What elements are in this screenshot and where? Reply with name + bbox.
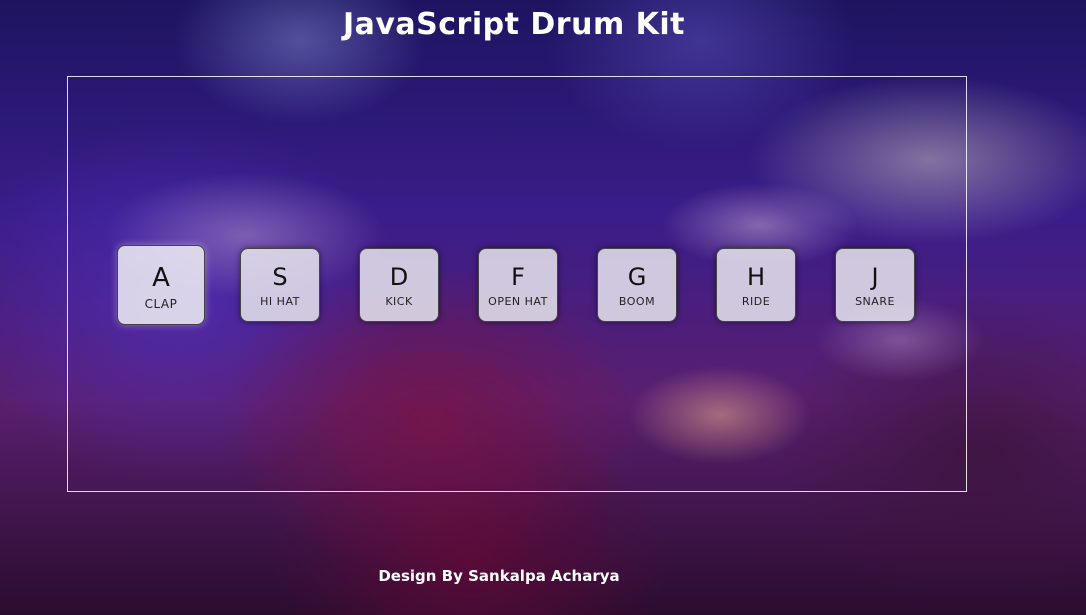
key-letter: D <box>389 263 409 291</box>
key-sound-label: BOOM <box>618 295 656 308</box>
footer-credit: Design By Sankalpa Acharya <box>378 567 620 585</box>
key-letter: H <box>746 263 766 291</box>
key-sound-label: RIDE <box>741 295 771 308</box>
drum-key-s[interactable]: S HI HAT <box>240 248 320 322</box>
drum-keys: A CLAP S HI HAT D KICK F OPEN HAT G BOOM… <box>0 0 1086 615</box>
key-letter: F <box>511 263 525 291</box>
drum-key-h[interactable]: H RIDE <box>716 248 796 322</box>
key-letter: J <box>871 263 879 291</box>
key-sound-label: KICK <box>385 295 413 308</box>
key-letter: A <box>152 263 170 293</box>
drum-key-g[interactable]: G BOOM <box>597 248 677 322</box>
key-letter: S <box>272 263 288 291</box>
drum-key-f[interactable]: F OPEN HAT <box>478 248 558 322</box>
key-sound-label: SNARE <box>855 295 895 308</box>
key-sound-label: HI HAT <box>260 295 300 308</box>
key-letter: G <box>627 263 647 291</box>
drum-key-j[interactable]: J SNARE <box>835 248 915 322</box>
drum-key-d[interactable]: D KICK <box>359 248 439 322</box>
key-sound-label: CLAP <box>144 297 178 311</box>
key-sound-label: OPEN HAT <box>488 295 548 308</box>
drum-key-a[interactable]: A CLAP <box>117 245 205 325</box>
